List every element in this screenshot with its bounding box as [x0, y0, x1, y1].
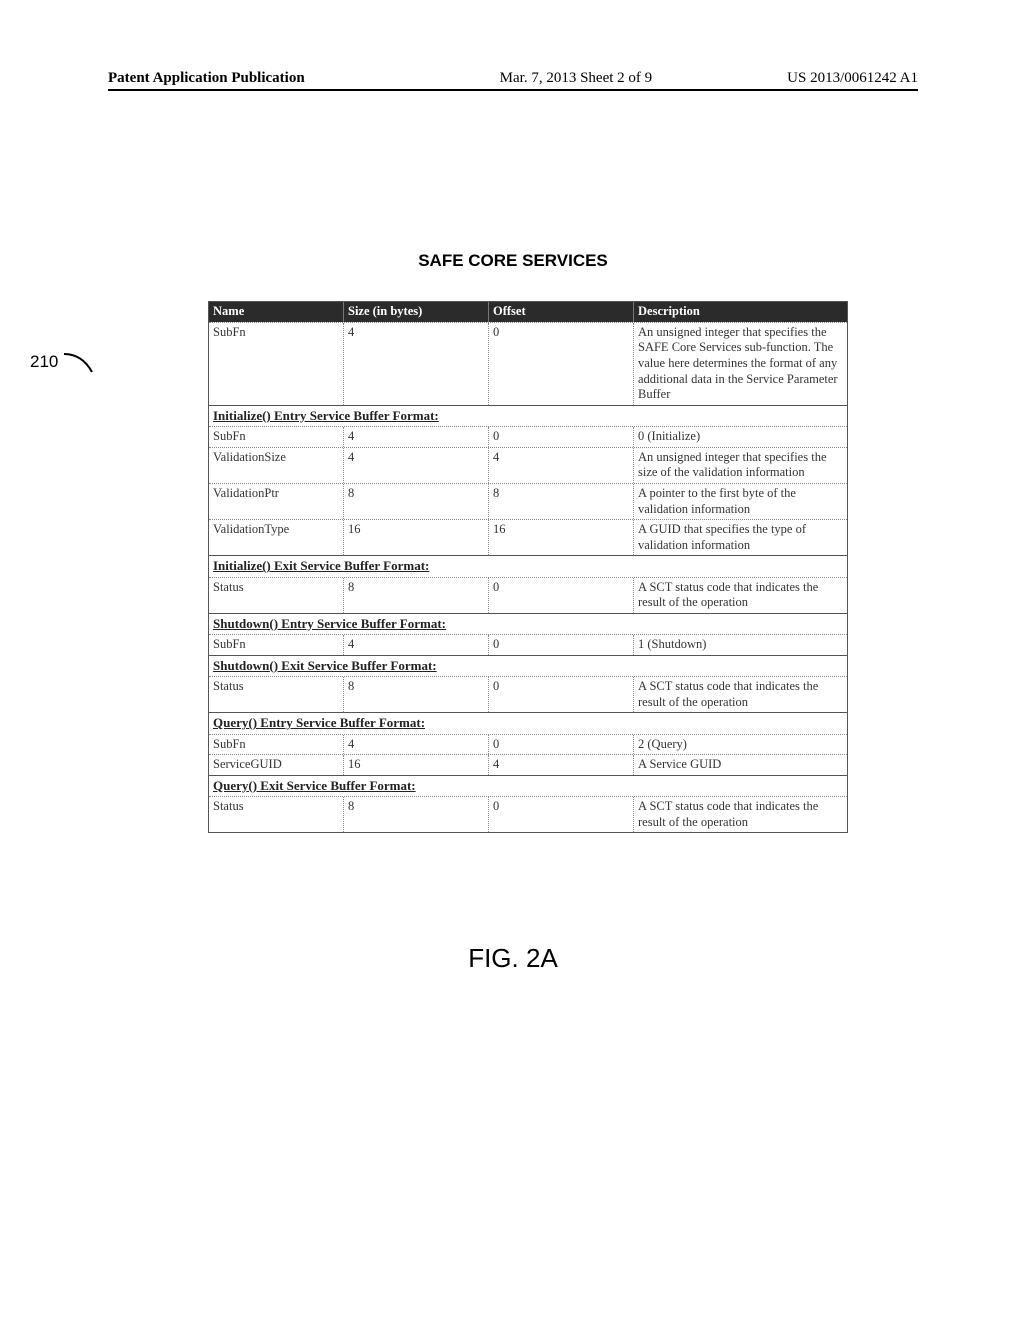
- cell-size: 8: [344, 797, 489, 832]
- cell-offset: 0: [489, 677, 634, 712]
- page-header: Patent Application Publication Mar. 7, 2…: [108, 70, 918, 91]
- table-row: Status80A SCT status code that indicates…: [209, 796, 847, 832]
- table-row: Status80A SCT status code that indicates…: [209, 676, 847, 712]
- table-row: SubFn402 (Query): [209, 734, 847, 755]
- col-name: Name: [209, 302, 344, 322]
- cell-description: 2 (Query): [634, 735, 847, 755]
- cell-size: 4: [344, 427, 489, 447]
- page-content: Patent Application Publication Mar. 7, 2…: [108, 70, 918, 974]
- services-table: Name Size (in bytes) Offset Description …: [208, 301, 848, 833]
- cell-description: An unsigned integer that specifies the S…: [634, 323, 847, 405]
- header-date-sheet: Mar. 7, 2013 Sheet 2 of 9: [305, 70, 787, 87]
- cell-size: 8: [344, 484, 489, 519]
- cell-name: SubFn: [209, 427, 344, 447]
- cell-description: A Service GUID: [634, 755, 847, 775]
- table-section-header: Query() Exit Service Buffer Format:: [209, 775, 847, 796]
- table-section-header: Shutdown() Entry Service Buffer Format:: [209, 613, 847, 634]
- cell-description: A GUID that specifies the type of valida…: [634, 520, 847, 555]
- cell-name: SubFn: [209, 735, 344, 755]
- cell-offset: 8: [489, 484, 634, 519]
- table-header-row: Name Size (in bytes) Offset Description: [209, 302, 847, 322]
- cell-description: 1 (Shutdown): [634, 635, 847, 655]
- cell-size: 8: [344, 677, 489, 712]
- cell-name: SubFn: [209, 323, 344, 405]
- cell-size: 8: [344, 578, 489, 613]
- table-section-header: Initialize() Entry Service Buffer Format…: [209, 405, 847, 426]
- table-body: SubFn40An unsigned integer that specifie…: [209, 322, 847, 833]
- table-row: SubFn400 (Initialize): [209, 426, 847, 447]
- cell-description: A pointer to the first byte of the valid…: [634, 484, 847, 519]
- header-publication-type: Patent Application Publication: [108, 70, 305, 87]
- cell-description: A SCT status code that indicates the res…: [634, 797, 847, 832]
- cell-size: 4: [344, 448, 489, 483]
- cell-offset: 0: [489, 323, 634, 405]
- cell-offset: 0: [489, 427, 634, 447]
- cell-description: A SCT status code that indicates the res…: [634, 578, 847, 613]
- cell-name: SubFn: [209, 635, 344, 655]
- cell-size: 4: [344, 323, 489, 405]
- cell-name: ValidationType: [209, 520, 344, 555]
- cell-offset: 4: [489, 448, 634, 483]
- cell-name: Status: [209, 578, 344, 613]
- cell-size: 4: [344, 735, 489, 755]
- cell-description: An unsigned integer that specifies the s…: [634, 448, 847, 483]
- table-row: SubFn40An unsigned integer that specifie…: [209, 322, 847, 405]
- cell-offset: 0: [489, 578, 634, 613]
- cell-offset: 0: [489, 735, 634, 755]
- cell-description: 0 (Initialize): [634, 427, 847, 447]
- cell-size: 16: [344, 755, 489, 775]
- table-row: ValidationSize44An unsigned integer that…: [209, 447, 847, 483]
- cell-size: 16: [344, 520, 489, 555]
- header-pub-number: US 2013/0061242 A1: [787, 70, 918, 87]
- col-size: Size (in bytes): [344, 302, 489, 322]
- cell-offset: 16: [489, 520, 634, 555]
- table-section-header: Shutdown() Exit Service Buffer Format:: [209, 655, 847, 676]
- cell-description: A SCT status code that indicates the res…: [634, 677, 847, 712]
- cell-offset: 4: [489, 755, 634, 775]
- table-row: ServiceGUID164A Service GUID: [209, 754, 847, 775]
- cell-name: Status: [209, 677, 344, 712]
- table-row: SubFn401 (Shutdown): [209, 634, 847, 655]
- table-section-header: Query() Entry Service Buffer Format:: [209, 712, 847, 733]
- cell-offset: 0: [489, 797, 634, 832]
- table-row: ValidationType1616A GUID that specifies …: [209, 519, 847, 555]
- figure-reference-number: 210: [30, 352, 58, 372]
- reference-leader-arc: [62, 350, 98, 380]
- cell-name: ServiceGUID: [209, 755, 344, 775]
- figure-title: SAFE CORE SERVICES: [108, 251, 918, 271]
- col-offset: Offset: [489, 302, 634, 322]
- cell-name: ValidationPtr: [209, 484, 344, 519]
- cell-offset: 0: [489, 635, 634, 655]
- col-description: Description: [634, 302, 847, 322]
- table-row: ValidationPtr88A pointer to the first by…: [209, 483, 847, 519]
- cell-name: Status: [209, 797, 344, 832]
- cell-name: ValidationSize: [209, 448, 344, 483]
- cell-size: 4: [344, 635, 489, 655]
- figure-label: FIG. 2A: [108, 943, 918, 974]
- table-section-header: Initialize() Exit Service Buffer Format:: [209, 555, 847, 576]
- table-row: Status80A SCT status code that indicates…: [209, 577, 847, 613]
